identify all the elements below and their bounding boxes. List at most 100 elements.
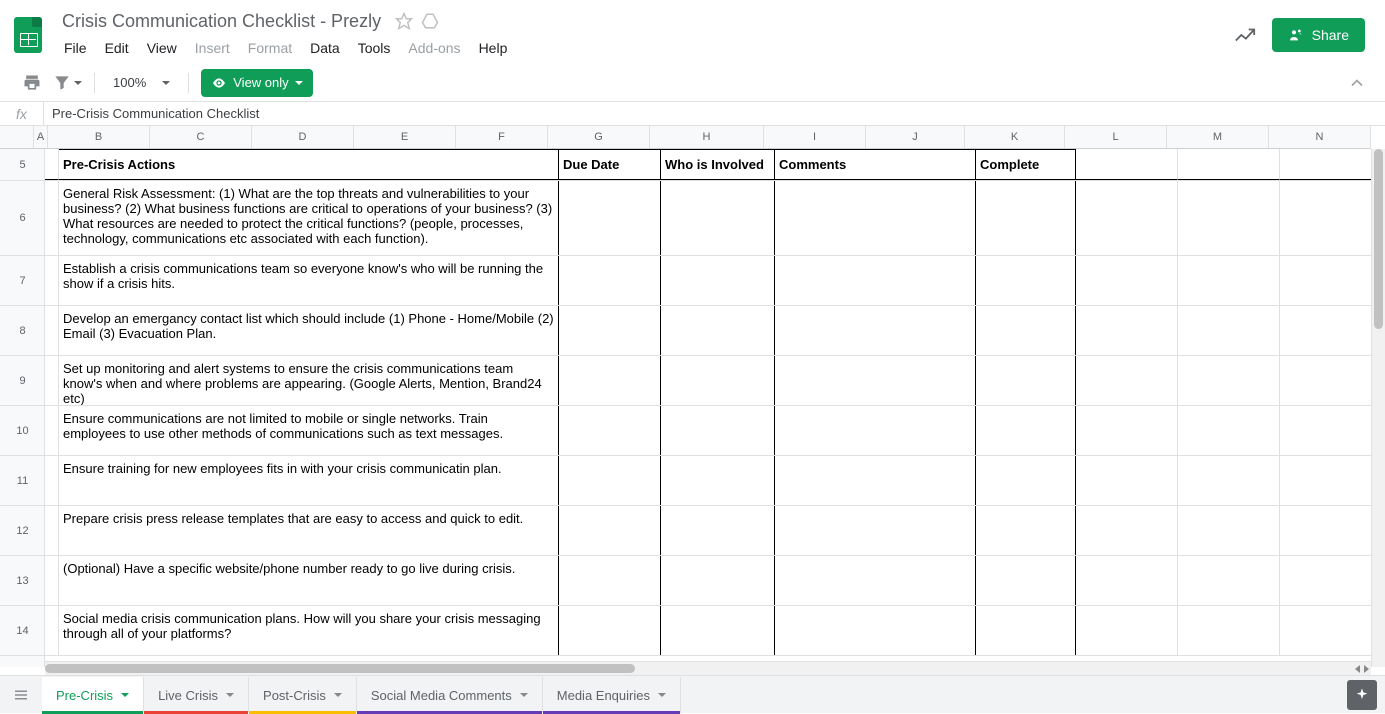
row-header[interactable]: 11 bbox=[0, 456, 45, 506]
cell[interactable] bbox=[1076, 356, 1178, 405]
cell[interactable]: Ensure training for new employees fits i… bbox=[59, 456, 559, 505]
explore-button[interactable] bbox=[1347, 680, 1377, 710]
zoom-selector[interactable]: 100% bbox=[107, 71, 176, 94]
cell[interactable] bbox=[775, 181, 976, 255]
cell[interactable] bbox=[1178, 256, 1280, 305]
chevron-down-icon[interactable] bbox=[520, 693, 528, 697]
cell[interactable] bbox=[45, 256, 59, 305]
view-only-button[interactable]: View only bbox=[201, 69, 312, 97]
column-headers[interactable]: ABCDEFGHIJKLMN bbox=[34, 126, 1371, 149]
row-header[interactable]: 13 bbox=[0, 556, 45, 606]
collapse-toolbar-icon[interactable] bbox=[1347, 73, 1367, 93]
cell[interactable] bbox=[1280, 506, 1382, 555]
column-header-L[interactable]: L bbox=[1065, 126, 1167, 148]
cell[interactable] bbox=[45, 506, 59, 555]
cell[interactable] bbox=[661, 456, 775, 505]
row-header[interactable]: 9 bbox=[0, 356, 45, 406]
cell[interactable] bbox=[661, 306, 775, 355]
cell[interactable] bbox=[1076, 149, 1178, 180]
column-header-F[interactable]: F bbox=[456, 126, 548, 148]
cell[interactable] bbox=[1280, 181, 1382, 255]
cell[interactable] bbox=[1178, 506, 1280, 555]
cell[interactable] bbox=[661, 406, 775, 455]
filter-views-button[interactable] bbox=[52, 73, 82, 93]
cell[interactable] bbox=[775, 606, 976, 655]
column-header-E[interactable]: E bbox=[354, 126, 456, 148]
cell[interactable] bbox=[559, 256, 661, 305]
cell[interactable] bbox=[1280, 406, 1382, 455]
share-button[interactable]: Share bbox=[1272, 18, 1365, 52]
document-title[interactable]: Crisis Communication Checklist - Prezly bbox=[56, 9, 387, 34]
cell[interactable] bbox=[976, 306, 1076, 355]
cell[interactable] bbox=[976, 456, 1076, 505]
cell[interactable] bbox=[1280, 306, 1382, 355]
activity-icon[interactable] bbox=[1234, 24, 1256, 46]
menu-file[interactable]: File bbox=[56, 36, 95, 60]
cell[interactable]: Due Date bbox=[559, 149, 661, 180]
cell[interactable] bbox=[1076, 456, 1178, 505]
cell[interactable] bbox=[976, 606, 1076, 655]
cell[interactable] bbox=[1178, 556, 1280, 605]
menu-tools[interactable]: Tools bbox=[350, 36, 399, 60]
cell[interactable] bbox=[1178, 181, 1280, 255]
cell[interactable]: Who is Involved bbox=[661, 149, 775, 180]
cell[interactable] bbox=[775, 356, 976, 405]
cell[interactable] bbox=[559, 556, 661, 605]
cell[interactable] bbox=[661, 606, 775, 655]
cell[interactable] bbox=[45, 606, 59, 655]
cell[interactable] bbox=[45, 556, 59, 605]
cell[interactable]: Prepare crisis press release templates t… bbox=[59, 506, 559, 555]
row-headers[interactable]: 567891011121314 bbox=[0, 149, 45, 667]
cell[interactable] bbox=[45, 456, 59, 505]
vertical-scrollbar[interactable] bbox=[1371, 149, 1385, 667]
cell[interactable]: Comments bbox=[775, 149, 976, 180]
row-header[interactable]: 7 bbox=[0, 256, 45, 306]
scroll-left-icon[interactable] bbox=[1355, 665, 1360, 673]
cell[interactable] bbox=[45, 149, 59, 180]
cell[interactable] bbox=[1280, 356, 1382, 405]
chevron-down-icon[interactable] bbox=[226, 693, 234, 697]
chevron-down-icon[interactable] bbox=[121, 693, 129, 697]
cell[interactable]: Ensure communications are not limited to… bbox=[59, 406, 559, 455]
menu-view[interactable]: View bbox=[139, 36, 185, 60]
cell[interactable] bbox=[1178, 456, 1280, 505]
cell[interactable] bbox=[45, 181, 59, 255]
cell[interactable] bbox=[775, 256, 976, 305]
cell[interactable] bbox=[1178, 149, 1280, 180]
cell[interactable] bbox=[1178, 306, 1280, 355]
cell[interactable] bbox=[775, 306, 976, 355]
select-all-corner[interactable] bbox=[0, 126, 34, 149]
sheet-tab-post-crisis[interactable]: Post-Crisis bbox=[249, 677, 357, 713]
chevron-down-icon[interactable] bbox=[334, 693, 342, 697]
column-header-M[interactable]: M bbox=[1167, 126, 1269, 148]
cell[interactable] bbox=[45, 406, 59, 455]
print-icon[interactable] bbox=[22, 73, 42, 93]
cell[interactable] bbox=[661, 181, 775, 255]
cell[interactable]: General Risk Assessment: (1) What are th… bbox=[59, 181, 559, 255]
cell[interactable] bbox=[1076, 556, 1178, 605]
menu-help[interactable]: Help bbox=[471, 36, 516, 60]
cell[interactable] bbox=[1280, 456, 1382, 505]
row-header[interactable]: 12 bbox=[0, 506, 45, 556]
cell[interactable]: (Optional) Have a specific website/phone… bbox=[59, 556, 559, 605]
cell[interactable]: Pre-Crisis Actions bbox=[59, 149, 559, 180]
cell[interactable] bbox=[559, 356, 661, 405]
formula-bar-input[interactable]: Pre-Crisis Communication Checklist bbox=[44, 106, 267, 121]
cell[interactable] bbox=[1280, 606, 1382, 655]
cell[interactable] bbox=[559, 606, 661, 655]
sheet-tab-live-crisis[interactable]: Live Crisis bbox=[144, 677, 249, 713]
column-header-G[interactable]: G bbox=[548, 126, 650, 148]
star-icon[interactable] bbox=[395, 12, 413, 30]
cell[interactable] bbox=[559, 306, 661, 355]
cell[interactable] bbox=[45, 306, 59, 355]
cell[interactable] bbox=[661, 556, 775, 605]
horizontal-scrollbar[interactable] bbox=[45, 661, 1371, 675]
column-header-B[interactable]: B bbox=[48, 126, 150, 148]
menu-edit[interactable]: Edit bbox=[97, 36, 137, 60]
column-header-D[interactable]: D bbox=[252, 126, 354, 148]
cell[interactable]: Set up monitoring and alert systems to e… bbox=[59, 356, 559, 405]
cell[interactable] bbox=[976, 556, 1076, 605]
cell[interactable] bbox=[1280, 256, 1382, 305]
row-header[interactable]: 14 bbox=[0, 606, 45, 656]
cell[interactable] bbox=[559, 506, 661, 555]
